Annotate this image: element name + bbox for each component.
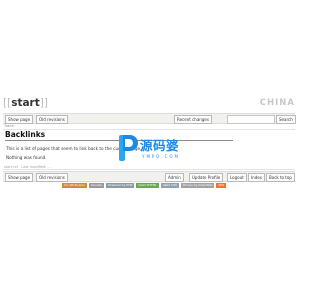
footer-badge[interactable]: Driven by DokuWiki xyxy=(180,183,215,188)
page-title[interactable]: [[start]] xyxy=(3,97,48,109)
wiki-page: [[start]] CHINA Show page Old revisions … xyxy=(0,0,300,300)
recent-changes-button[interactable]: Recent changes xyxy=(174,115,212,124)
watermark-logo-icon xyxy=(119,135,138,161)
footer-badge[interactable]: RSS xyxy=(216,183,227,188)
content-divider xyxy=(3,129,295,130)
admin-button[interactable]: Admin xyxy=(165,173,184,182)
breadcrumb: Trace: xyxy=(4,124,15,128)
old-revisions-button[interactable]: Old revisions xyxy=(36,115,68,124)
section-heading: Backlinks xyxy=(5,130,46,139)
update-profile-button[interactable]: Update Profile xyxy=(189,173,224,182)
show-page-button-bottom[interactable]: Show page xyxy=(5,173,34,182)
title-bracket-close: ]] xyxy=(39,97,48,109)
nothing-found-text: Nothing was found. xyxy=(6,155,47,160)
top-toolbar: Show page Old revisions Recent changes S… xyxy=(3,113,296,124)
logout-button[interactable]: Logout xyxy=(227,173,247,182)
search-button[interactable]: Search xyxy=(276,115,296,124)
watermark-subtext: YMPO.COM xyxy=(142,154,180,159)
content-divider-bottom xyxy=(3,169,295,170)
title-bracket-open: [[ xyxy=(3,97,12,109)
page-title-text: start xyxy=(11,97,40,109)
footer-badge[interactable]: Powered by PHP xyxy=(106,183,135,188)
show-page-button[interactable]: Show page xyxy=(5,115,34,124)
footer-badge[interactable]: CC Attribution xyxy=(62,183,88,188)
footer-badges: CC Attribution Donate Powered by PHP Valid … xyxy=(62,183,227,188)
bottom-toolbar: Show page Old revisions Admin Update Pro… xyxy=(3,171,295,182)
old-revisions-button-bottom[interactable]: Old revisions xyxy=(36,173,68,182)
watermark: 源码婆 YMPO.COM xyxy=(118,133,188,167)
search-input[interactable] xyxy=(227,115,275,124)
footer-badge[interactable]: Valid XHTML xyxy=(136,183,159,188)
site-logo-text[interactable]: CHINA xyxy=(260,98,295,108)
watermark-text: 源码婆 xyxy=(140,138,180,153)
footer-badge[interactable]: Valid CSS xyxy=(160,183,179,188)
index-button[interactable]: Index xyxy=(248,173,266,182)
footer-badge[interactable]: Donate xyxy=(89,183,105,188)
back-to-top-button[interactable]: Back to top xyxy=(266,173,295,182)
page-header: [[start]] CHINA xyxy=(3,97,295,111)
